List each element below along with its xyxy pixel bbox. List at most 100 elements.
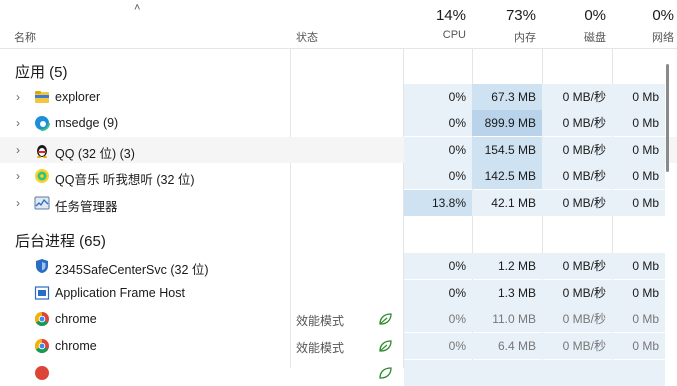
process-name: QQ音乐 听我想听 (32 位) xyxy=(55,173,195,187)
expand-chevron-icon[interactable]: › xyxy=(16,196,26,210)
efficiency-mode-leaf-icon xyxy=(379,313,392,325)
header-status[interactable]: 状态 xyxy=(296,29,318,45)
section-title-background: 后台进程 (65) xyxy=(15,233,106,250)
network-cell: 0 Mb xyxy=(612,253,665,279)
cpu-cell: 0% xyxy=(404,163,472,189)
cpu-cell: 13.8% xyxy=(404,190,472,216)
process-row[interactable]: › explorer 0% 67.3 MB 0 MB/秒 0 Mb xyxy=(0,84,677,110)
edge-icon xyxy=(34,115,50,131)
shield-icon xyxy=(36,259,48,273)
process-name: 任务管理器 xyxy=(55,200,118,214)
cpu-cell: 0% xyxy=(404,110,472,136)
expand-chevron-icon[interactable]: › xyxy=(16,143,26,157)
process-name: msedge (9) xyxy=(55,116,119,130)
cpu-cell: 0% xyxy=(404,253,472,279)
network-cell: 0 Mb xyxy=(612,306,665,332)
cpu-label: CPU xyxy=(442,29,466,41)
chrome-icon xyxy=(35,366,49,380)
application-frame-icon xyxy=(34,286,50,300)
memory-total-percent: 73% xyxy=(505,7,536,24)
network-label: 网络 xyxy=(652,32,674,44)
cpu-cell: 0% xyxy=(404,137,472,163)
chrome-icon xyxy=(35,312,49,326)
process-row[interactable]: › msedge (9) 0% 899.9 MB 0 MB/秒 0 Mb xyxy=(0,110,677,136)
network-cell: 0 Mb xyxy=(612,163,665,189)
qq-penguin-icon xyxy=(37,145,47,158)
header-name[interactable]: 名称 xyxy=(14,29,36,45)
disk-cell: 0 MB/秒 xyxy=(542,306,612,332)
header-disk[interactable]: 0% 磁盘 xyxy=(542,0,606,48)
network-cell: 0 Mb xyxy=(612,280,665,306)
chrome-icon xyxy=(35,339,49,353)
process-row[interactable] xyxy=(0,360,677,386)
disk-cell: 0 MB/秒 xyxy=(542,137,612,163)
cpu-cell xyxy=(404,360,472,386)
efficiency-mode-leaf-icon xyxy=(379,340,392,352)
header-cpu[interactable]: 14% CPU xyxy=(404,0,466,48)
process-row[interactable]: › QQ (32 位) (3) 0% 154.5 MB 0 MB/秒 0 Mb xyxy=(0,137,677,163)
vertical-scrollbar[interactable] xyxy=(666,64,669,172)
sort-ascending-icon[interactable]: ˄ xyxy=(134,2,140,14)
process-status: 效能模式 xyxy=(296,314,345,328)
memory-cell: 42.1 MB xyxy=(472,190,542,216)
cpu-total-percent: 14% xyxy=(435,7,466,24)
network-cell: 0 Mb xyxy=(612,137,665,163)
disk-cell: 0 MB/秒 xyxy=(542,84,612,110)
process-name: 2345SafeCenterSvc (32 位) xyxy=(55,263,209,277)
network-cell: 0 Mb xyxy=(612,190,665,216)
memory-cell: 11.0 MB xyxy=(472,306,542,332)
network-cell: 0 Mb xyxy=(612,333,665,359)
cpu-cell: 0% xyxy=(404,280,472,306)
network-cell: 0 Mb xyxy=(612,110,665,136)
disk-cell: 0 MB/秒 xyxy=(542,280,612,306)
memory-cell: 1.2 MB xyxy=(472,253,542,279)
memory-cell: 154.5 MB xyxy=(472,137,542,163)
column-header-bar: ˄ 名称 状态 14% CPU 73% 内存 0% 磁盘 0% 网络 xyxy=(0,0,677,49)
folder-icon xyxy=(35,91,49,103)
header-memory[interactable]: 73% 内存 xyxy=(472,0,536,48)
disk-cell xyxy=(542,360,612,386)
disk-cell: 0 MB/秒 xyxy=(542,163,612,189)
process-row[interactable]: chrome 效能模式 0% 11.0 MB 0 MB/秒 0 Mb xyxy=(0,306,677,332)
process-row[interactable]: 2345SafeCenterSvc (32 位) 0% 1.2 MB 0 MB/… xyxy=(0,253,677,279)
header-network[interactable]: 0% 网络 xyxy=(612,0,674,48)
disk-cell: 0 MB/秒 xyxy=(542,253,612,279)
memory-cell: 6.4 MB xyxy=(472,333,542,359)
cpu-cell: 0% xyxy=(404,84,472,110)
memory-label: 内存 xyxy=(514,32,536,44)
section-apps: 应用 (5) xyxy=(0,57,677,83)
memory-cell xyxy=(472,360,542,386)
section-title-apps: 应用 (5) xyxy=(15,64,68,81)
efficiency-mode-leaf-icon xyxy=(379,367,392,379)
expand-chevron-icon[interactable]: › xyxy=(16,169,26,183)
disk-total-percent: 0% xyxy=(584,7,606,24)
memory-cell: 899.9 MB xyxy=(472,110,542,136)
process-row[interactable]: Application Frame Host 0% 1.3 MB 0 MB/秒 … xyxy=(0,280,677,306)
process-status: 效能模式 xyxy=(296,341,345,355)
process-row[interactable]: › 任务管理器 13.8% 42.1 MB 0 MB/秒 0 Mb xyxy=(0,190,677,216)
process-name: Application Frame Host xyxy=(55,286,185,300)
section-background: 后台进程 (65) xyxy=(0,226,677,252)
process-row[interactable]: › QQ音乐 听我想听 (32 位) 0% 142.5 MB 0 MB/秒 0 … xyxy=(0,163,677,189)
qq-music-icon xyxy=(35,169,49,183)
process-name: chrome xyxy=(55,312,97,326)
process-name: explorer xyxy=(55,90,101,104)
task-manager-icon xyxy=(34,196,50,210)
process-name: QQ (32 位) (3) xyxy=(55,147,135,161)
network-total-percent: 0% xyxy=(652,7,674,24)
disk-label: 磁盘 xyxy=(584,32,606,44)
process-row[interactable]: chrome 效能模式 0% 6.4 MB 0 MB/秒 0 Mb xyxy=(0,333,677,359)
memory-cell: 142.5 MB xyxy=(472,163,542,189)
expand-chevron-icon[interactable]: › xyxy=(16,116,26,130)
disk-cell: 0 MB/秒 xyxy=(542,333,612,359)
cpu-cell: 0% xyxy=(404,333,472,359)
process-name: chrome xyxy=(55,339,97,353)
disk-cell: 0 MB/秒 xyxy=(542,190,612,216)
memory-cell: 1.3 MB xyxy=(472,280,542,306)
disk-cell: 0 MB/秒 xyxy=(542,110,612,136)
expand-chevron-icon[interactable]: › xyxy=(16,90,26,104)
memory-cell: 67.3 MB xyxy=(472,84,542,110)
cpu-cell: 0% xyxy=(404,306,472,332)
network-cell: 0 Mb xyxy=(612,84,665,110)
network-cell xyxy=(612,360,665,386)
